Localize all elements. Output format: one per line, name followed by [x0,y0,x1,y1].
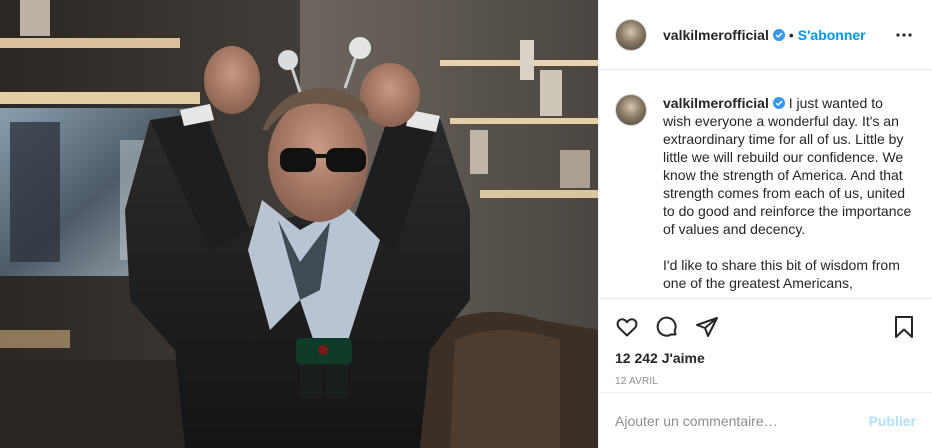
publish-button[interactable]: Publier [869,413,916,429]
likes-count[interactable]: 12 242 J'aime [599,350,932,366]
verified-badge-icon [772,97,785,109]
share-icon[interactable] [695,315,719,339]
heart-icon[interactable] [615,315,639,339]
comments-area[interactable]: valkilmerofficial I just wanted to wish … [599,70,932,298]
follow-button[interactable]: S'abonner [798,27,866,43]
caption-text: I just wanted to wish everyone a wonderf… [663,95,912,237]
more-options-icon[interactable] [892,23,916,47]
post-sidebar: valkilmerofficial • S'abonner valkilmero… [598,0,932,448]
verified-badge-icon [772,28,785,41]
username-text[interactable]: valkilmerofficial [663,27,769,43]
post-photo[interactable] [0,0,598,448]
caption-paragraph: I'd like to share this bit of wisdom fro… [663,257,900,291]
comment-icon[interactable] [655,315,679,339]
post-caption: valkilmerofficial I just wanted to wish … [663,94,913,291]
action-bar [599,298,932,348]
bookmark-icon[interactable] [892,315,916,339]
avatar[interactable] [615,18,647,51]
post-date[interactable]: 12 AVRIL [599,376,932,387]
add-comment-bar: Publier [599,392,932,448]
caption-paragraph: valkilmerofficial I just wanted to wish … [663,94,913,238]
avatar[interactable] [615,94,647,126]
separator-dot: • [788,26,794,43]
header-username[interactable]: valkilmerofficial [663,27,785,43]
comment-input[interactable] [615,412,869,429]
post-header: valkilmerofficial • S'abonner [599,0,932,70]
caption-username[interactable]: valkilmerofficial [663,95,769,111]
